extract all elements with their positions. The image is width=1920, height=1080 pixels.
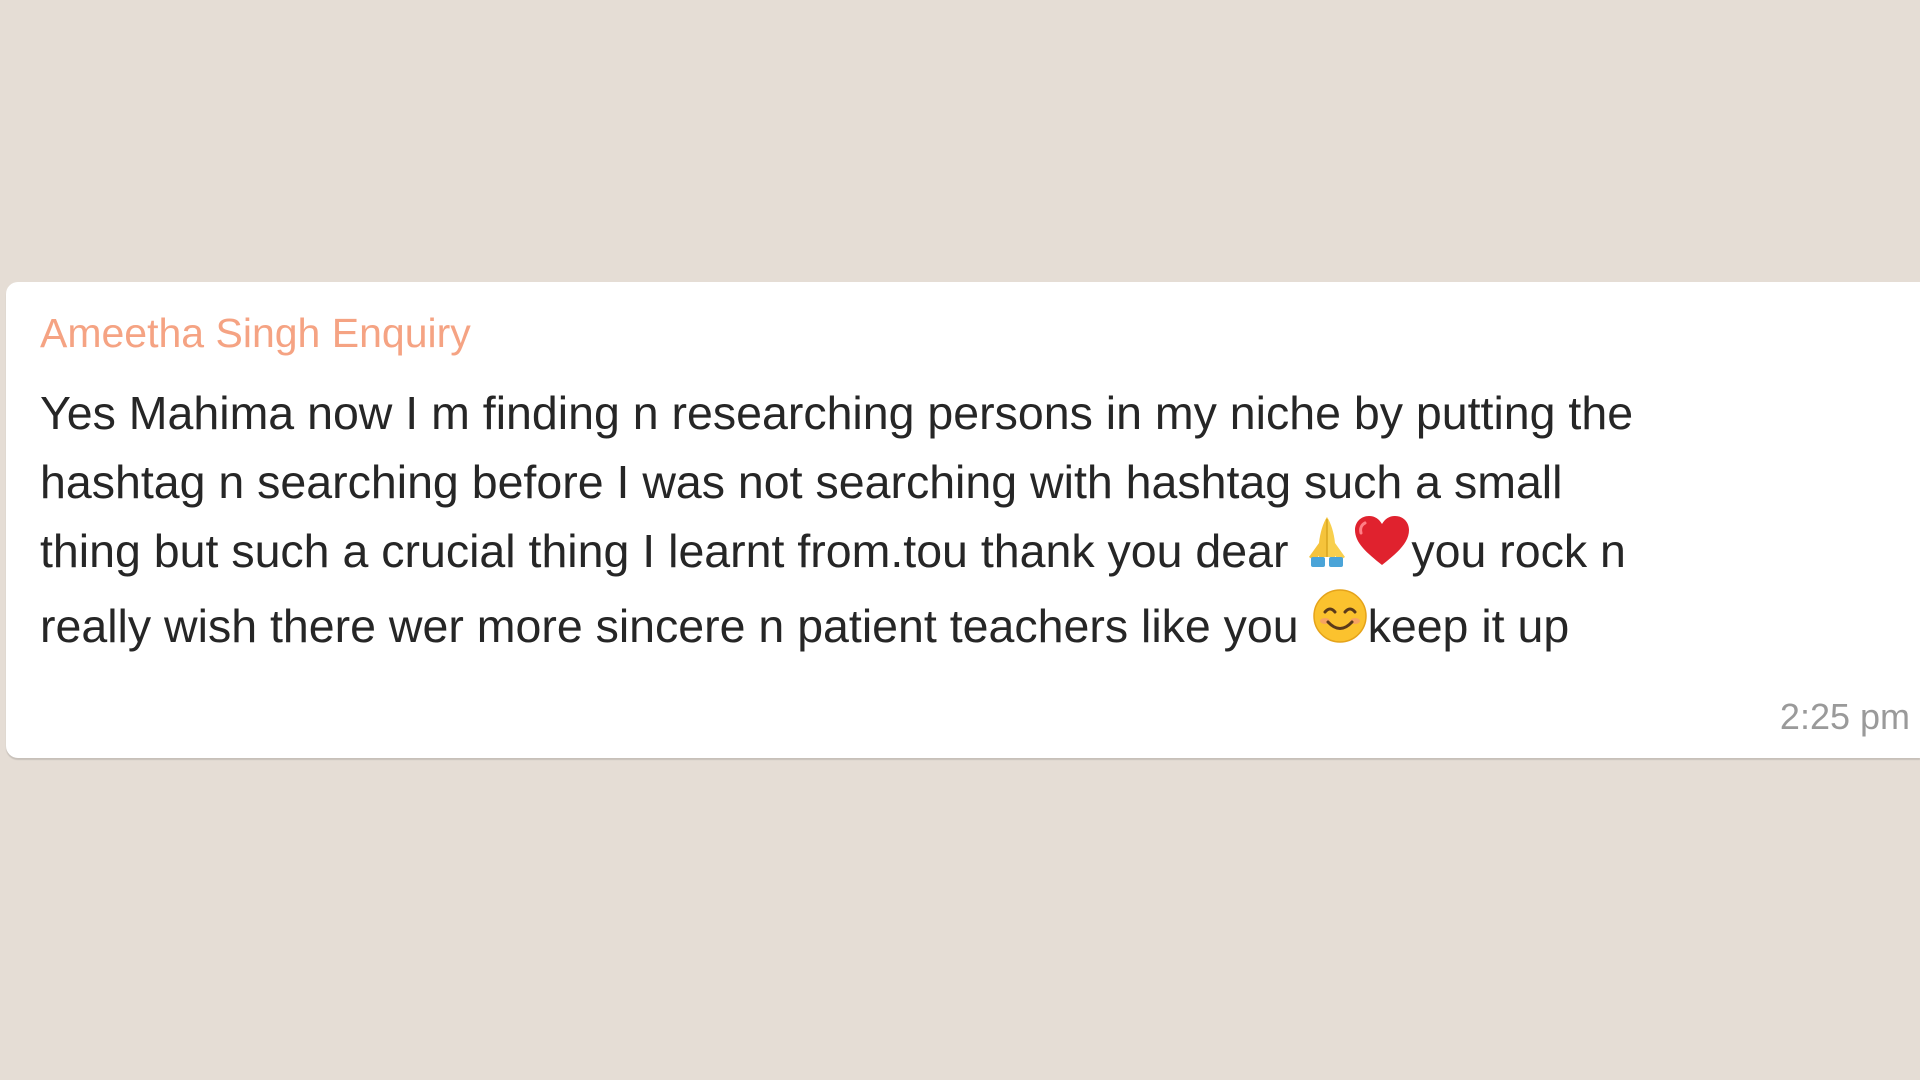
- message-line-text: keep it up: [1367, 600, 1570, 653]
- message-line: really wish there wer more sincere n pat…: [40, 589, 1900, 667]
- message-line: thing but such a crucial thing I learnt …: [40, 515, 1900, 592]
- message-text: Yes Mahima now I m finding n researching…: [40, 379, 1900, 667]
- message-timestamp: 2:25 pm: [1779, 696, 1910, 737]
- message-bubble[interactable]: Ameetha Singh Enquiry Yes Mahima now I m…: [6, 282, 1920, 758]
- message-line: hashtag n searching before I was not sea…: [40, 448, 1900, 517]
- message-line: Yes Mahima now I m finding n researching…: [40, 379, 1900, 448]
- message-line-text: you rock n: [1411, 525, 1626, 577]
- red-heart-icon: [1353, 515, 1411, 586]
- chat-area: Ameetha Singh Enquiry Yes Mahima now I m…: [0, 0, 1920, 1080]
- smiling-face-icon: [1312, 588, 1368, 663]
- message-line-text: really wish there wer more sincere n pat…: [40, 600, 1299, 653]
- message-line-text: hashtag n searching before I was not sea…: [40, 456, 1563, 508]
- message-line-text: Yes Mahima now I m finding n researching…: [40, 387, 1634, 439]
- sender-name[interactable]: Ameetha Singh Enquiry: [40, 310, 471, 357]
- folded-hands-icon: [1301, 513, 1353, 588]
- message-line-text: thing but such a crucial thing I learnt …: [40, 525, 1289, 577]
